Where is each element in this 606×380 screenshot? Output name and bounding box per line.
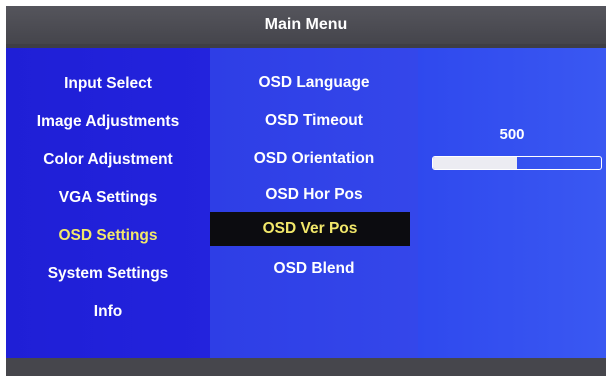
menu-title: Main Menu	[264, 16, 348, 33]
title-bar: Main Menu	[6, 6, 606, 44]
submenu-osd-hor-pos[interactable]: OSD Hor Pos	[210, 182, 418, 208]
category-osd-settings[interactable]: OSD Settings	[6, 223, 210, 249]
value-panel: 500	[418, 48, 606, 358]
menu-panels: Input Select Image Adjustments Color Adj…	[6, 48, 606, 358]
category-image-adjustments[interactable]: Image Adjustments	[6, 109, 210, 135]
submenu-osd-orientation[interactable]: OSD Orientation	[210, 146, 418, 172]
category-info[interactable]: Info	[6, 299, 210, 325]
submenu-osd-ver-pos[interactable]: OSD Ver Pos	[210, 212, 410, 246]
osd-main-menu: Main Menu Input Select Image Adjustments…	[6, 6, 606, 376]
position-slider[interactable]	[432, 156, 602, 170]
submenu-osd-timeout[interactable]: OSD Timeout	[210, 108, 418, 134]
category-vga-settings[interactable]: VGA Settings	[6, 185, 210, 211]
category-color-adjustment[interactable]: Color Adjustment	[6, 147, 210, 173]
bottom-bar	[6, 358, 606, 376]
submenu-osd-language[interactable]: OSD Language	[210, 70, 418, 96]
slider-fill	[433, 157, 517, 169]
category-panel: Input Select Image Adjustments Color Adj…	[6, 48, 210, 358]
category-system-settings[interactable]: System Settings	[6, 261, 210, 287]
submenu-osd-blend[interactable]: OSD Blend	[210, 256, 418, 282]
value-readout: 500	[499, 126, 525, 143]
submenu-panel: OSD Language OSD Timeout OSD Orientation…	[210, 48, 418, 358]
category-input-select[interactable]: Input Select	[6, 71, 210, 97]
